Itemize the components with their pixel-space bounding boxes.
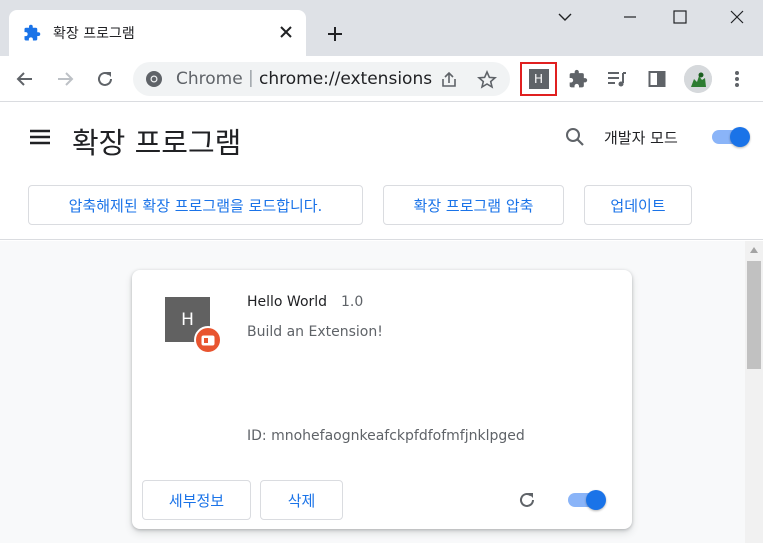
reload-extension-icon[interactable] — [517, 490, 537, 510]
close-icon[interactable] — [727, 8, 747, 26]
extension-description: Build an Extension! — [247, 324, 383, 340]
update-button[interactable]: 업데이트 — [584, 185, 692, 225]
extension-version: 1.0 — [341, 294, 364, 310]
omnibox-site-label: Chrome — [176, 69, 243, 89]
maximize-icon[interactable] — [670, 8, 690, 26]
chrome-icon — [146, 71, 162, 87]
chevron-down-icon[interactable] — [555, 8, 575, 26]
new-tab-icon[interactable] — [325, 24, 345, 44]
remove-button[interactable]: 삭제 — [260, 480, 343, 520]
forward-icon[interactable] — [52, 66, 78, 92]
scrollbar-thumb[interactable] — [747, 261, 761, 369]
omnibox[interactable]: Chrome | chrome://extensions — [133, 62, 510, 96]
back-icon[interactable] — [12, 66, 38, 92]
scrollbar[interactable] — [745, 241, 763, 543]
developer-mode-label: 개발자 모드 — [604, 129, 678, 147]
extension-card: H Hello World 1.0 Build an Extension! ID… — [132, 270, 632, 529]
side-panel-icon[interactable] — [644, 66, 670, 92]
scroll-up-arrow-icon[interactable] — [750, 247, 758, 253]
browser-toolbar: Chrome | chrome://extensions H — [0, 56, 763, 102]
pack-extension-button[interactable]: 확장 프로그램 압축 — [383, 185, 564, 225]
tab-close-icon[interactable] — [277, 23, 295, 41]
extension-id: ID: mnohefaognkeafckpfdfofmfjnklpged — [247, 428, 525, 444]
omnibox-separator: | — [248, 68, 254, 88]
extension-name: Hello World — [247, 294, 328, 310]
extensions-header: 확장 프로그램 개발자 모드 압축해제된 확장 프로그램을 로드합니다. 확장 … — [0, 102, 763, 240]
menu-kebab-icon[interactable] — [724, 66, 750, 92]
load-unpacked-button[interactable]: 압축해제된 확장 프로그램을 로드합니다. — [28, 185, 363, 225]
developer-mode-toggle-knob — [730, 127, 750, 147]
browser-tab[interactable]: 확장 프로그램 — [9, 10, 306, 56]
bookmark-star-icon[interactable] — [477, 70, 497, 90]
hamburger-menu-icon[interactable] — [30, 129, 50, 145]
page-title: 확장 프로그램 — [72, 126, 242, 160]
profile-avatar[interactable] — [684, 65, 712, 93]
reload-icon[interactable] — [92, 66, 118, 92]
extension-enable-toggle[interactable] — [566, 489, 606, 511]
minimize-icon[interactable] — [620, 8, 640, 26]
developer-mode-toggle[interactable] — [710, 126, 750, 148]
puzzle-icon — [24, 24, 41, 41]
details-button[interactable]: 세부정보 — [142, 480, 251, 520]
media-control-icon[interactable] — [604, 66, 630, 92]
search-icon[interactable] — [565, 127, 585, 147]
pinned-extension-icon: H — [528, 69, 549, 89]
tab-title: 확장 프로그램 — [53, 26, 135, 42]
omnibox-url: chrome://extensions — [259, 69, 433, 89]
profile-avatar-image — [684, 65, 712, 93]
share-icon[interactable] — [439, 70, 459, 90]
unpacked-badge-icon — [194, 326, 222, 354]
pinned-extension-button[interactable]: H — [520, 62, 557, 96]
extension-enable-toggle-knob — [586, 490, 606, 510]
extensions-puzzle-icon[interactable] — [565, 66, 591, 92]
title-bar: 확장 프로그램 — [0, 0, 763, 56]
